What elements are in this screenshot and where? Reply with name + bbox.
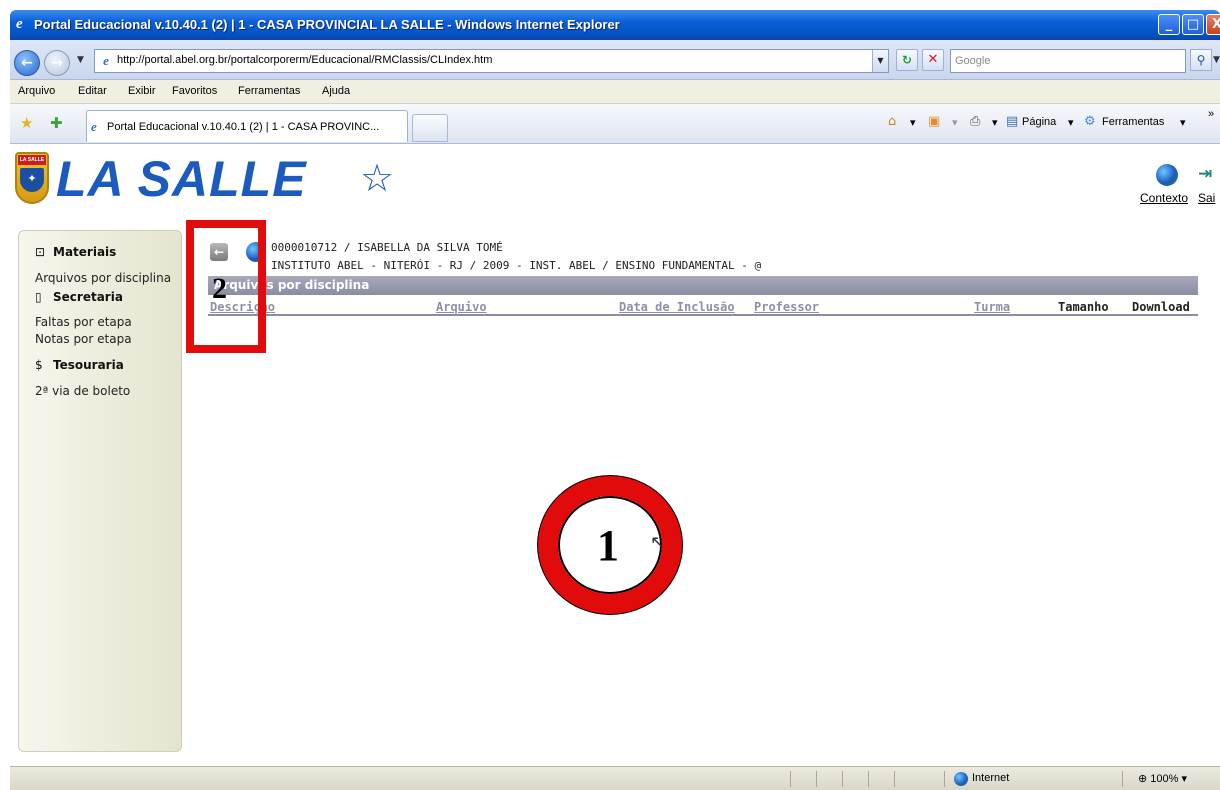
feeds-dropdown-icon[interactable]: ▾ <box>952 116 958 129</box>
search-options-icon[interactable]: ▼ <box>1213 55 1220 65</box>
minimize-button[interactable]: _ <box>1158 14 1180 35</box>
address-dropdown-icon[interactable]: ▼ <box>872 50 888 72</box>
search-placeholder: Google <box>955 55 991 67</box>
url-text[interactable]: http://portal.abel.org.br/portalcorporer… <box>117 54 492 66</box>
menu-favoritos[interactable]: Favoritos <box>172 85 217 97</box>
institution-info: INSTITUTO ABEL - NITERÓI - RJ / 2009 - I… <box>271 259 762 272</box>
internet-zone-icon <box>954 772 968 786</box>
la-salle-shield-logo: LA SALLE ✦ <box>15 152 49 204</box>
print-dropdown-icon[interactable]: ▾ <box>992 116 998 129</box>
favorites-star-icon[interactable]: ★ <box>20 114 33 132</box>
maximize-button[interactable]: □ <box>1182 14 1204 35</box>
menu-bar: Arquivo Editar Exibir Favoritos Ferramen… <box>10 80 1220 104</box>
sidebar-section-tesouraria: $ Tesouraria <box>35 358 124 372</box>
annotation-number-1: 1 <box>597 521 619 570</box>
briefcase-icon: ⊡ <box>35 245 46 259</box>
security-zone[interactable]: Internet <box>972 772 1009 784</box>
menu-arquivo[interactable]: Arquivo <box>18 85 55 97</box>
zoom-icon: ⊕ <box>1138 773 1148 785</box>
home-dropdown-icon[interactable]: ▾ <box>910 116 916 129</box>
add-favorites-icon[interactable]: ✚ <box>50 114 63 132</box>
address-toolbar: ← → ▼ e http://portal.abel.org.br/portal… <box>10 40 1220 80</box>
annotation-number-2: 2 <box>212 272 227 305</box>
feeds-icon[interactable]: ▣ <box>928 114 940 129</box>
status-bar: Internet ⊕ 100% ▾ <box>10 766 1220 790</box>
column-arquivo[interactable]: Arquivo <box>436 300 487 314</box>
menu-exibir[interactable]: Exibir <box>128 85 156 97</box>
menu-ferramentas[interactable]: Ferramentas <box>238 85 300 97</box>
column-download: Download <box>1132 300 1190 314</box>
column-data-inclusao[interactable]: Data de Inclusão <box>619 300 735 314</box>
la-salle-logo-text: LA SALLE <box>56 151 307 207</box>
toolbar-overflow-icon[interactable]: » <box>1208 108 1214 120</box>
tab-label: Portal Educacional v.10.40.1 (2) | 1 - C… <box>107 121 380 133</box>
student-info: 0000010712 / ISABELLA DA SILVA TOMÉ <box>271 241 503 254</box>
ie-logo-icon: e <box>16 16 23 32</box>
page-icon: e <box>103 53 109 68</box>
new-tab-button[interactable] <box>412 114 448 142</box>
menu-editar[interactable]: Editar <box>78 85 107 97</box>
clipboard-icon: ▯ <box>35 290 42 304</box>
column-turma[interactable]: Turma <box>974 300 1010 314</box>
history-dropdown-icon[interactable]: ▼ <box>77 55 84 65</box>
window-title: Portal Educacional v.10.40.1 (2) | 1 - C… <box>34 17 620 32</box>
status-divider <box>1122 771 1123 787</box>
exit-link[interactable]: Sai <box>1198 191 1215 205</box>
column-tamanho: Tamanho <box>1058 300 1109 314</box>
status-divider <box>816 771 817 787</box>
status-divider <box>868 771 869 787</box>
sidebar-item-segunda-via-boleto[interactable]: 2ª via de boleto <box>35 384 130 398</box>
mouse-cursor-icon: ↖ <box>650 532 666 553</box>
context-link[interactable]: Contexto <box>1140 191 1188 205</box>
window-title-bar[interactable]: e Portal Educacional v.10.40.1 (2) | 1 -… <box>10 10 1220 40</box>
forward-button[interactable]: → <box>44 50 70 76</box>
dollar-icon: $ <box>35 358 43 372</box>
sidebar-section-title: Materiais <box>53 245 117 259</box>
sidebar-section-title: Secretaria <box>53 290 123 304</box>
tab-bar: ★ ✚ e Portal Educacional v.10.40.1 (2) |… <box>10 104 1220 144</box>
stop-button[interactable]: ✕ <box>922 49 944 71</box>
tools-dropdown-icon[interactable]: ▾ <box>1180 116 1186 129</box>
sidebar-item-arquivos-por-disciplina[interactable]: Arquivos por disciplina <box>35 271 171 285</box>
context-globe-icon[interactable] <box>1156 164 1178 186</box>
sidebar-item-faltas-por-etapa[interactable]: Faltas por etapa <box>35 315 132 329</box>
status-divider <box>944 771 945 787</box>
page-menu-icon: ▤ <box>1006 114 1019 129</box>
search-input[interactable]: Google <box>950 49 1186 73</box>
status-divider <box>790 771 791 787</box>
sidebar-section-secretaria: ▯ Secretaria <box>35 290 123 304</box>
sidebar: ⊡ Materiais Arquivos por disciplina ▯ Secr… <box>18 230 182 752</box>
tab-portal[interactable]: e Portal Educacional v.10.40.1 (2) | 1 -… <box>86 110 408 142</box>
back-button[interactable]: ← <box>14 50 40 76</box>
shield-star-icon: ✦ <box>20 168 44 192</box>
sidebar-section-title: Tesouraria <box>53 358 124 372</box>
zoom-value: 100% <box>1150 773 1179 785</box>
zoom-level[interactable]: ⊕ 100% ▾ <box>1138 772 1187 785</box>
home-icon[interactable]: ⌂ <box>888 114 896 129</box>
print-icon[interactable]: ⎙ <box>970 114 980 129</box>
page-menu-dropdown-icon[interactable]: ▾ <box>1068 116 1074 129</box>
tools-gear-icon: ⚙ <box>1084 114 1096 129</box>
logo-star-icon: ☆ <box>360 156 395 200</box>
status-divider <box>842 771 843 787</box>
grid-title: Arquivos por disciplina <box>208 276 1198 295</box>
grid-header: Descrição Arquivo Data de Inclusão Profe… <box>208 298 1198 316</box>
close-button[interactable]: X <box>1206 14 1220 35</box>
page-menu-button[interactable]: Página <box>1022 116 1056 128</box>
search-button[interactable]: ⚲ <box>1190 49 1212 71</box>
menu-ajuda[interactable]: Ajuda <box>322 85 350 97</box>
refresh-button[interactable]: ↻ <box>896 49 918 71</box>
column-professor[interactable]: Professor <box>754 300 819 314</box>
tab-ie-icon: e <box>91 119 97 134</box>
exit-icon[interactable]: ⇥ <box>1198 164 1212 184</box>
sidebar-section-materiais: ⊡ Materiais <box>35 245 116 259</box>
tools-menu-button[interactable]: Ferramentas <box>1102 116 1164 128</box>
shield-banner: LA SALLE <box>18 155 46 165</box>
status-divider <box>894 771 895 787</box>
address-input[interactable]: e http://portal.abel.org.br/portalcorpor… <box>94 49 889 73</box>
sidebar-item-notas-por-etapa[interactable]: Notas por etapa <box>35 332 132 346</box>
